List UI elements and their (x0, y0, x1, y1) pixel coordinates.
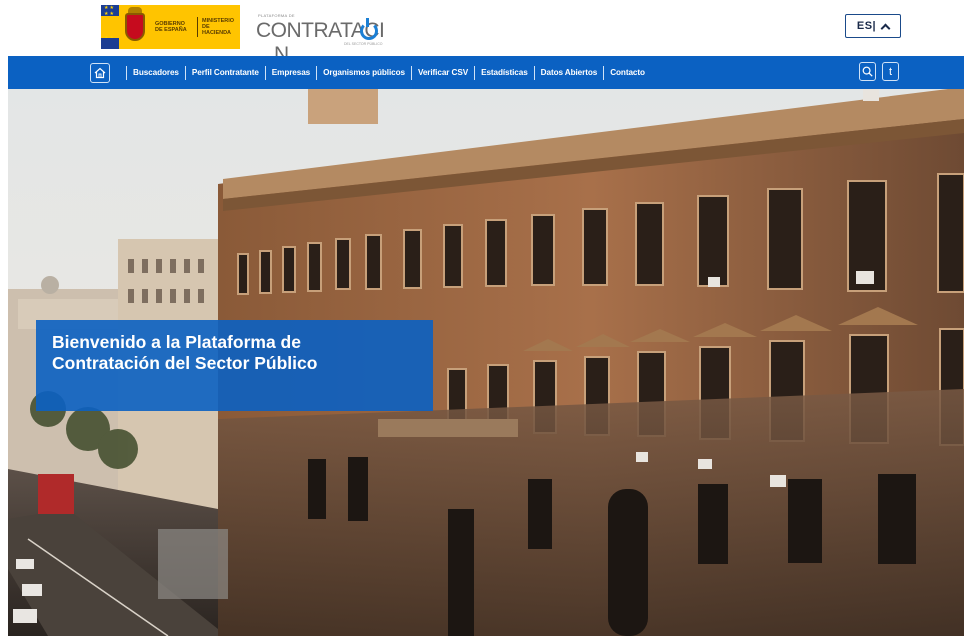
spain-coat-of-arms-icon (119, 5, 151, 49)
nav-divider (264, 65, 266, 80)
brand-subtitle: DEL SECTOR PÚBLICO (344, 42, 383, 46)
brand-small-text: PLATAFORMA DE (258, 13, 295, 18)
government-logo[interactable]: ★★ ★★ ★★ GOBIERNO DE ESPAÑA MINISTERIO DE … (101, 5, 251, 49)
language-selector[interactable]: ES| (845, 14, 901, 38)
chevron-up-icon (880, 23, 891, 33)
nav-organismos-publicos[interactable]: Organismos públicos (323, 68, 405, 77)
nav-divider (184, 65, 186, 80)
search-icon (862, 66, 873, 77)
power-icon (360, 18, 378, 40)
welcome-heading: Bienvenido a la Plataforma de Contrataci… (52, 332, 318, 373)
nav-divider (316, 65, 318, 80)
hero-banner: Bienvenido a la Plataforma de Contrataci… (8, 89, 964, 636)
nav-empresas[interactable]: Empresas (272, 68, 310, 77)
language-label: ES| (856, 20, 877, 32)
search-button[interactable] (859, 62, 876, 81)
nav-divider (533, 65, 535, 80)
contratacion-logo[interactable]: PLATAFORMA DE CONTRATACIN DEL SECTOR PÚB… (256, 8, 386, 66)
nav-buscadores[interactable]: Buscadores (133, 68, 179, 77)
ministry-line-2: DE HACIENDA (202, 24, 232, 36)
nav-divider (474, 65, 476, 80)
ministry-label: GOBIERNO DE ESPAÑA MINISTERIO DE HACIEND… (151, 5, 240, 49)
welcome-banner: Bienvenido a la Plataforma de Contrataci… (36, 320, 433, 411)
nav-contacto[interactable]: Contacto (610, 68, 645, 77)
site-header: ★★ ★★ ★★ GOBIERNO DE ESPAÑA MINISTERIO DE … (0, 0, 964, 66)
eu-flag-icon: ★★ ★★ ★★ (101, 5, 119, 49)
gov-line-2: DE ESPAÑA (155, 27, 187, 33)
info-button[interactable]: t (882, 62, 899, 81)
home-button[interactable] (90, 62, 110, 83)
info-label: t (888, 65, 893, 78)
nav-perfil-contratante[interactable]: Perfil Contratante (192, 68, 259, 77)
nav-estadisticas[interactable]: Estadísticas (481, 68, 528, 77)
main-navigation: Buscadores Perfil Contratante Empresas O… (8, 56, 964, 89)
nav-datos-abiertos[interactable]: Datos Abiertos (541, 68, 598, 77)
home-icon (94, 67, 106, 78)
nav-divider (410, 65, 412, 80)
nav-verificar-csv[interactable]: Verificar CSV (418, 68, 468, 77)
nav-divider (126, 65, 127, 80)
nav-divider (603, 65, 605, 80)
